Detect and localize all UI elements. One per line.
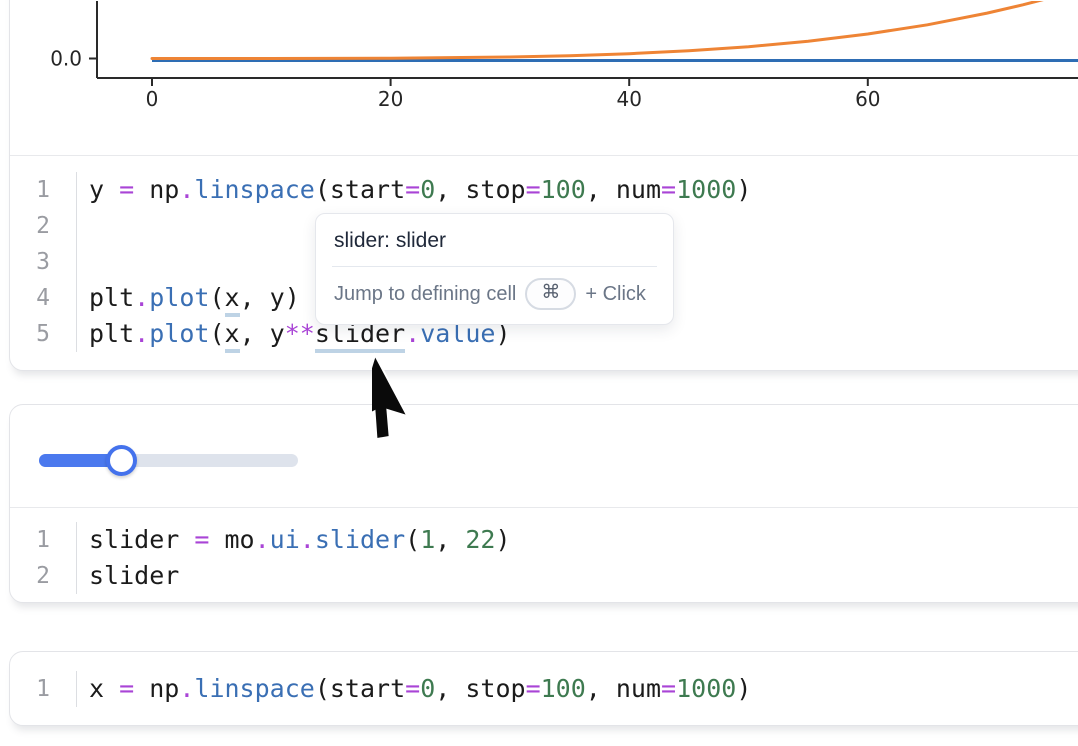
- line-number: 1: [10, 671, 77, 707]
- code-token: 100: [541, 175, 586, 204]
- code-token: =: [119, 175, 134, 204]
- code-token: , num: [586, 175, 661, 204]
- code-line[interactable]: 1slider = mo.ui.slider(1, 22): [10, 522, 1078, 558]
- code-token: slider: [315, 525, 405, 554]
- code-token: , y: [240, 319, 285, 348]
- line-number: 1: [10, 172, 77, 208]
- reactive-variable-token[interactable]: x: [225, 283, 240, 317]
- code-token: .: [179, 674, 194, 703]
- slider-control[interactable]: [39, 447, 298, 473]
- code-token: , stop: [435, 175, 525, 204]
- slider-output: [10, 405, 1078, 507]
- mouse-cursor-icon: [372, 352, 452, 452]
- line-number: 1: [10, 522, 77, 558]
- line-number: 2: [10, 558, 77, 594]
- code-token: .: [300, 525, 315, 554]
- code-token: 100: [541, 674, 586, 703]
- code-token: (start: [315, 674, 405, 703]
- code-token: np: [134, 674, 179, 703]
- tooltip-click-suffix: + Click: [585, 283, 646, 306]
- matplotlib-figure: 0.0 0 20 40 60: [10, 1, 1078, 154]
- command-key-pill: ⌘: [525, 278, 576, 310]
- code-line[interactable]: 1x = np.linspace(start=0, stop=100, num=…: [10, 671, 1078, 707]
- code-token: 0: [420, 175, 435, 204]
- code-line[interactable]: 2 slider: [10, 558, 1078, 594]
- svg-text:0: 0: [146, 87, 159, 111]
- notebook-canvas: 0.00204060 1y = np.linspace(start=0, sto…: [0, 0, 1078, 746]
- code-token: ): [495, 525, 510, 554]
- code-token: =: [405, 175, 420, 204]
- reactive-variable-token[interactable]: x: [225, 319, 240, 353]
- slider-handle[interactable]: [106, 445, 137, 476]
- code-token: mo: [209, 525, 254, 554]
- code-token: plt: [89, 283, 134, 312]
- cell-x-definition: 1x = np.linspace(start=0, stop=100, num=…: [9, 651, 1078, 726]
- code-token: (: [209, 319, 224, 348]
- code-token: 1: [420, 525, 435, 554]
- svg-text:60: 60: [855, 87, 880, 111]
- code-token: plot: [149, 283, 209, 312]
- code-token: y: [89, 175, 119, 204]
- code-token: plot: [149, 319, 209, 348]
- code-token: slider: [89, 525, 194, 554]
- code-token: =: [661, 674, 676, 703]
- line-number: 2: [10, 208, 77, 244]
- code-token: (: [209, 283, 224, 312]
- code-token: slider: [89, 561, 179, 590]
- code-editor[interactable]: 1x = np.linspace(start=0, stop=100, num=…: [10, 652, 1078, 725]
- variable-tooltip: slider: slider Jump to defining cell ⌘ +…: [315, 213, 674, 325]
- code-token: ): [736, 175, 751, 204]
- code-token: 1000: [676, 175, 736, 204]
- code-token: plt: [89, 319, 134, 348]
- code-token: .: [179, 175, 194, 204]
- code-token: =: [661, 175, 676, 204]
- cell-slider: 1slider = mo.ui.slider(1, 22)2slider: [9, 404, 1078, 603]
- code-token: ui: [270, 525, 300, 554]
- code-token: linspace: [194, 674, 314, 703]
- jump-to-defining-cell-action[interactable]: Jump to defining cell: [334, 283, 516, 306]
- code-token: =: [405, 674, 420, 703]
- code-token: linspace: [194, 175, 314, 204]
- code-token: , num: [586, 674, 661, 703]
- code-token: =: [194, 525, 209, 554]
- code-editor[interactable]: 1slider = mo.ui.slider(1, 22)2slider: [10, 508, 1078, 602]
- line-number: 3: [10, 244, 77, 280]
- svg-text:20: 20: [378, 87, 403, 111]
- svg-text:40: 40: [616, 87, 641, 111]
- plot-output: 0.0 0 20 40 60: [10, 0, 1078, 155]
- code-token: =: [526, 674, 541, 703]
- code-token: (: [405, 525, 420, 554]
- code-token: ,: [435, 525, 465, 554]
- code-token: x: [89, 674, 119, 703]
- code-token: .: [134, 283, 149, 312]
- code-token: .: [255, 525, 270, 554]
- code-token: ): [736, 674, 751, 703]
- code-token: (start: [315, 175, 405, 204]
- code-token: 1000: [676, 674, 736, 703]
- line-number: 4: [10, 280, 77, 316]
- svg-text:0.0: 0.0: [50, 47, 82, 71]
- code-token: **: [285, 319, 315, 348]
- code-token: =: [526, 175, 541, 204]
- code-token: =: [119, 674, 134, 703]
- code-token: , y): [240, 283, 300, 312]
- line-number: 5: [10, 316, 77, 352]
- code-token: , stop: [435, 674, 525, 703]
- code-line[interactable]: 1y = np.linspace(start=0, stop=100, num=…: [10, 172, 1078, 208]
- code-token: .: [134, 319, 149, 348]
- code-token: np: [134, 175, 179, 204]
- code-token: 0: [420, 674, 435, 703]
- tooltip-title: slider: slider: [316, 214, 673, 266]
- code-token: 22: [465, 525, 495, 554]
